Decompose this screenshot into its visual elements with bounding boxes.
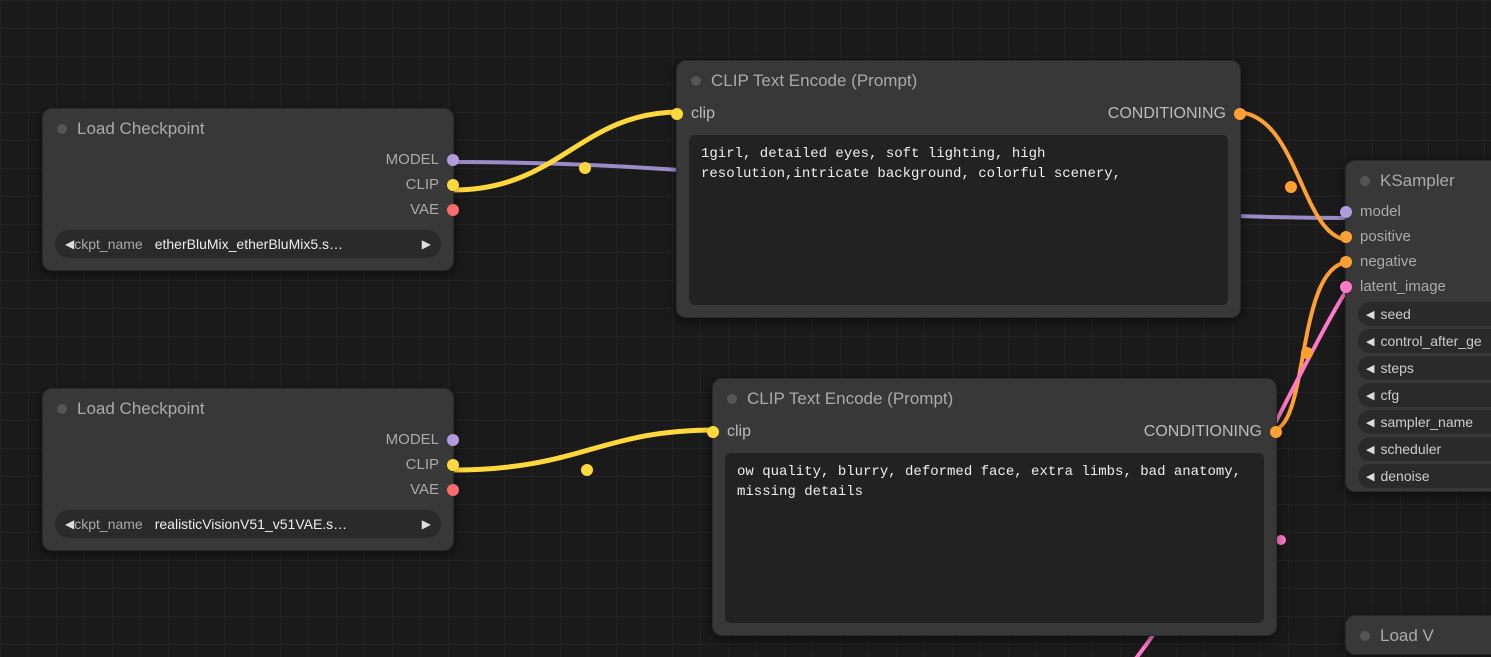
- input-positive-row: positive: [1346, 224, 1491, 249]
- output-clip-row: CLIP: [43, 452, 453, 477]
- title-text: Load V: [1380, 626, 1434, 646]
- node-clip-encode-positive[interactable]: CLIP Text Encode (Prompt) clip CONDITION…: [676, 60, 1241, 318]
- title-text: CLIP Text Encode (Prompt): [747, 389, 953, 409]
- output-cond-label: CONDITIONING: [1144, 423, 1262, 441]
- port-clip-out[interactable]: [447, 179, 459, 191]
- port-clip-in[interactable]: [707, 426, 719, 438]
- collapse-icon[interactable]: [57, 404, 67, 414]
- param-label: cfg: [1380, 387, 1399, 403]
- input-clip-label: clip: [727, 423, 751, 441]
- output-vae-label: VAE: [410, 201, 439, 218]
- port-negative-in[interactable]: [1340, 256, 1352, 268]
- title-text: Load Checkpoint: [77, 119, 205, 139]
- param-label: denoise: [1380, 468, 1429, 484]
- port-model-out[interactable]: [447, 434, 459, 446]
- input-model-label: model: [1360, 203, 1401, 220]
- chevron-right-icon[interactable]: ▶: [422, 517, 431, 531]
- node-title: Load V: [1346, 616, 1491, 654]
- param-label: control_after_ge: [1380, 333, 1481, 349]
- node-clip-encode-negative[interactable]: CLIP Text Encode (Prompt) clip CONDITION…: [712, 378, 1277, 636]
- node-load-vae-partial[interactable]: Load V: [1345, 615, 1491, 655]
- collapse-icon[interactable]: [691, 76, 701, 86]
- node-title: Load Checkpoint: [43, 389, 453, 427]
- param-label: steps: [1380, 360, 1413, 376]
- output-vae-row: VAE: [43, 477, 453, 502]
- output-model-label: MODEL: [386, 431, 439, 448]
- node-load-checkpoint-2[interactable]: Load Checkpoint MODEL CLIP VAE ◀ ckpt_na…: [42, 388, 454, 551]
- chevron-left-icon[interactable]: ◀: [1366, 335, 1374, 348]
- node-title: CLIP Text Encode (Prompt): [713, 379, 1276, 417]
- widget-label: ckpt_name: [74, 516, 142, 532]
- collapse-icon[interactable]: [1360, 176, 1370, 186]
- chevron-left-icon[interactable]: ◀: [1366, 362, 1374, 375]
- input-positive-label: positive: [1360, 228, 1411, 245]
- input-clip-label: clip: [691, 105, 715, 123]
- node-ksampler[interactable]: KSampler model positive negative latent_…: [1345, 160, 1491, 492]
- title-text: Load Checkpoint: [77, 399, 205, 419]
- output-model-label: MODEL: [386, 151, 439, 168]
- node-title: KSampler: [1346, 161, 1491, 199]
- chevron-right-icon[interactable]: ▶: [422, 237, 431, 251]
- node-title: Load Checkpoint: [43, 109, 453, 147]
- port-conditioning-out[interactable]: [1234, 108, 1246, 120]
- prompt-textarea[interactable]: ow quality, blurry, deformed face, extra…: [725, 453, 1264, 623]
- port-vae-out[interactable]: [447, 484, 459, 496]
- input-latent-label: latent_image: [1360, 278, 1446, 295]
- collapse-icon[interactable]: [1360, 631, 1370, 641]
- input-latent-row: latent_image: [1346, 274, 1491, 299]
- ckpt-name-widget[interactable]: ◀ ckpt_name realisticVisionV51_v51VAE.s……: [55, 510, 441, 538]
- param-steps[interactable]: ◀ steps: [1358, 356, 1491, 380]
- param-denoise[interactable]: ◀ denoise: [1358, 464, 1491, 488]
- output-clip-row: CLIP: [43, 172, 453, 197]
- title-text: CLIP Text Encode (Prompt): [711, 71, 917, 91]
- chevron-left-icon[interactable]: ◀: [1366, 416, 1374, 429]
- widget-value: realisticVisionV51_v51VAE.s…: [155, 516, 416, 532]
- port-conditioning-out[interactable]: [1270, 426, 1282, 438]
- widget-label: ckpt_name: [74, 236, 142, 252]
- chevron-left-icon[interactable]: ◀: [1366, 308, 1374, 321]
- input-negative-label: negative: [1360, 253, 1417, 270]
- port-vae-out[interactable]: [447, 204, 459, 216]
- port-latent-in[interactable]: [1340, 281, 1352, 293]
- port-clip-out[interactable]: [447, 459, 459, 471]
- port-clip-in[interactable]: [671, 108, 683, 120]
- output-model-row: MODEL: [43, 147, 453, 172]
- input-model-row: model: [1346, 199, 1491, 224]
- port-positive-in[interactable]: [1340, 231, 1352, 243]
- prompt-textarea[interactable]: 1girl, detailed eyes, soft lighting, hig…: [689, 135, 1228, 305]
- chevron-left-icon[interactable]: ◀: [1366, 470, 1374, 483]
- title-text: KSampler: [1380, 171, 1455, 191]
- port-model-in[interactable]: [1340, 206, 1352, 218]
- io-row: clip CONDITIONING: [713, 417, 1276, 445]
- output-vae-row: VAE: [43, 197, 453, 222]
- param-cfg[interactable]: ◀ cfg: [1358, 383, 1491, 407]
- chevron-left-icon[interactable]: ◀: [65, 237, 74, 251]
- widget-value: etherBluMix_etherBluMix5.s…: [155, 236, 416, 252]
- node-load-checkpoint-1[interactable]: Load Checkpoint MODEL CLIP VAE ◀ ckpt_na…: [42, 108, 454, 271]
- param-seed[interactable]: ◀ seed: [1358, 302, 1491, 326]
- param-control-after-generate[interactable]: ◀ control_after_ge: [1358, 329, 1491, 353]
- node-canvas[interactable]: Load Checkpoint MODEL CLIP VAE ◀ ckpt_na…: [0, 0, 1491, 657]
- chevron-left-icon[interactable]: ◀: [65, 517, 74, 531]
- port-model-out[interactable]: [447, 154, 459, 166]
- output-clip-label: CLIP: [406, 176, 439, 193]
- chevron-left-icon[interactable]: ◀: [1366, 443, 1374, 456]
- collapse-icon[interactable]: [727, 394, 737, 404]
- param-scheduler[interactable]: ◀ scheduler: [1358, 437, 1491, 461]
- param-label: scheduler: [1380, 441, 1441, 457]
- output-vae-label: VAE: [410, 481, 439, 498]
- output-model-row: MODEL: [43, 427, 453, 452]
- param-sampler-name[interactable]: ◀ sampler_name: [1358, 410, 1491, 434]
- node-title: CLIP Text Encode (Prompt): [677, 61, 1240, 99]
- chevron-left-icon[interactable]: ◀: [1366, 389, 1374, 402]
- input-negative-row: negative: [1346, 249, 1491, 274]
- output-clip-label: CLIP: [406, 456, 439, 473]
- collapse-icon[interactable]: [57, 124, 67, 134]
- output-cond-label: CONDITIONING: [1108, 105, 1226, 123]
- param-label: sampler_name: [1380, 414, 1473, 430]
- param-label: seed: [1380, 306, 1410, 322]
- ckpt-name-widget[interactable]: ◀ ckpt_name etherBluMix_etherBluMix5.s… …: [55, 230, 441, 258]
- io-row: clip CONDITIONING: [677, 99, 1240, 127]
